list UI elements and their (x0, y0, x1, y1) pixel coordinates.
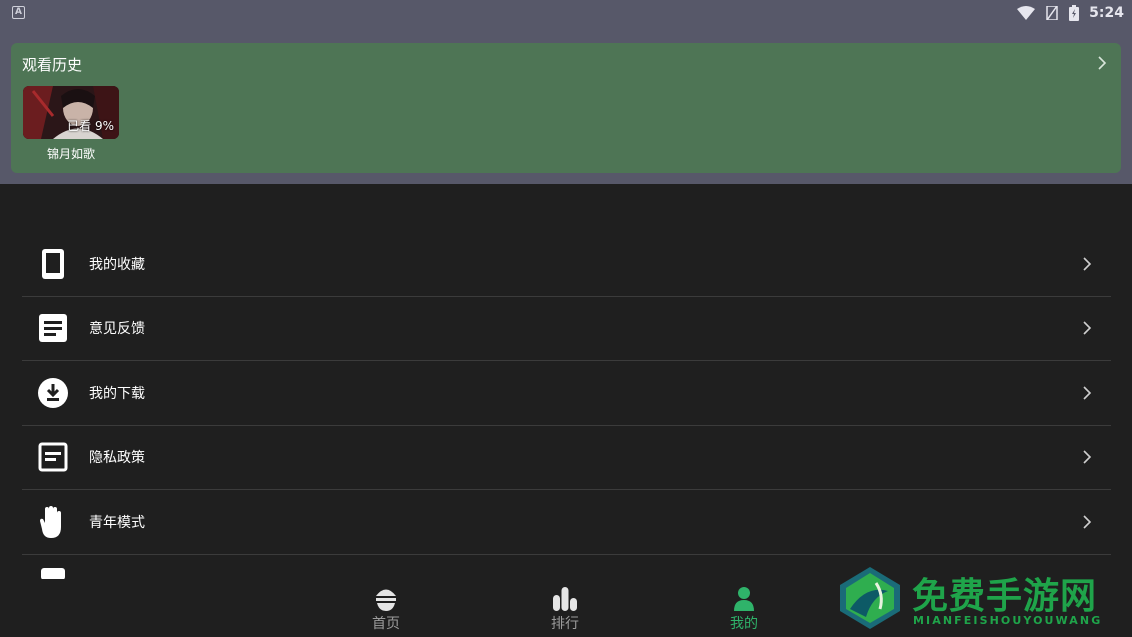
menu-item-feedback[interactable]: 意见反馈 (22, 297, 1111, 361)
nav-profile[interactable]: 我的 (714, 585, 774, 633)
no-sim-icon (1046, 6, 1058, 20)
battery-icon (1069, 5, 1080, 21)
chevron-right-icon (1083, 450, 1092, 464)
partial-icon (41, 568, 65, 579)
watch-history-card[interactable]: 观看历史 已看 9% 锦月如歌 (11, 43, 1121, 173)
chevron-right-icon (1083, 386, 1092, 400)
profile-icon (734, 587, 754, 611)
notification-icon: A (12, 6, 25, 19)
ranking-icon (553, 587, 577, 611)
hand-icon (37, 505, 69, 538)
chevron-right-icon[interactable] (1095, 55, 1109, 71)
video-thumbnail[interactable]: 已看 9% (23, 86, 119, 139)
status-icons: 5:24 (1017, 4, 1124, 22)
nav-ranking[interactable]: 排行 (535, 585, 595, 633)
nav-label: 排行 (551, 616, 579, 632)
menu-item-favorites[interactable]: 我的收藏 (22, 232, 1111, 297)
clock: 5:24 (1089, 5, 1124, 21)
watermark-logo: 免费手游网 MIANFEISHOUYOUWANG (836, 565, 1126, 635)
menu-item-downloads[interactable]: 我的下载 (22, 361, 1111, 426)
menu-item-label: 隐私政策 (89, 450, 145, 467)
document-icon (37, 312, 69, 344)
policy-icon (37, 441, 69, 473)
watermark-subtitle: MIANFEISHOUYOUWANG (913, 614, 1103, 627)
nav-home[interactable]: 首页 (356, 585, 416, 633)
status-bar: A 5:24 (0, 0, 1132, 30)
wifi-icon (1017, 6, 1036, 20)
home-icon (376, 589, 396, 611)
chevron-right-icon (1083, 321, 1092, 335)
nav-label: 首页 (372, 616, 400, 632)
watermark-title: 免费手游网 (912, 575, 1098, 617)
history-item[interactable]: 已看 9% 锦月如歌 (23, 86, 119, 162)
chevron-right-icon (1083, 257, 1092, 271)
menu-item-label: 我的收藏 (89, 256, 145, 273)
phone-icon (37, 248, 69, 280)
nav-label: 我的 (730, 616, 758, 632)
menu-item-label: 青年模式 (89, 514, 145, 531)
watermark-emblem (840, 567, 900, 629)
history-title: 观看历史 (22, 56, 83, 74)
menu-item-privacy[interactable]: 隐私政策 (22, 426, 1111, 490)
video-title: 锦月如歌 (46, 147, 95, 161)
menu-item-label: 我的下载 (89, 385, 145, 402)
watch-progress: 已看 9% (67, 119, 114, 133)
settings-menu: 我的收藏 意见反馈 我的下载 隐私政策 青年模式 (22, 232, 1111, 555)
chevron-right-icon (1083, 515, 1092, 529)
menu-item-label: 意见反馈 (89, 321, 145, 338)
download-icon (37, 377, 69, 409)
menu-item-youth-mode[interactable]: 青年模式 (22, 490, 1111, 555)
